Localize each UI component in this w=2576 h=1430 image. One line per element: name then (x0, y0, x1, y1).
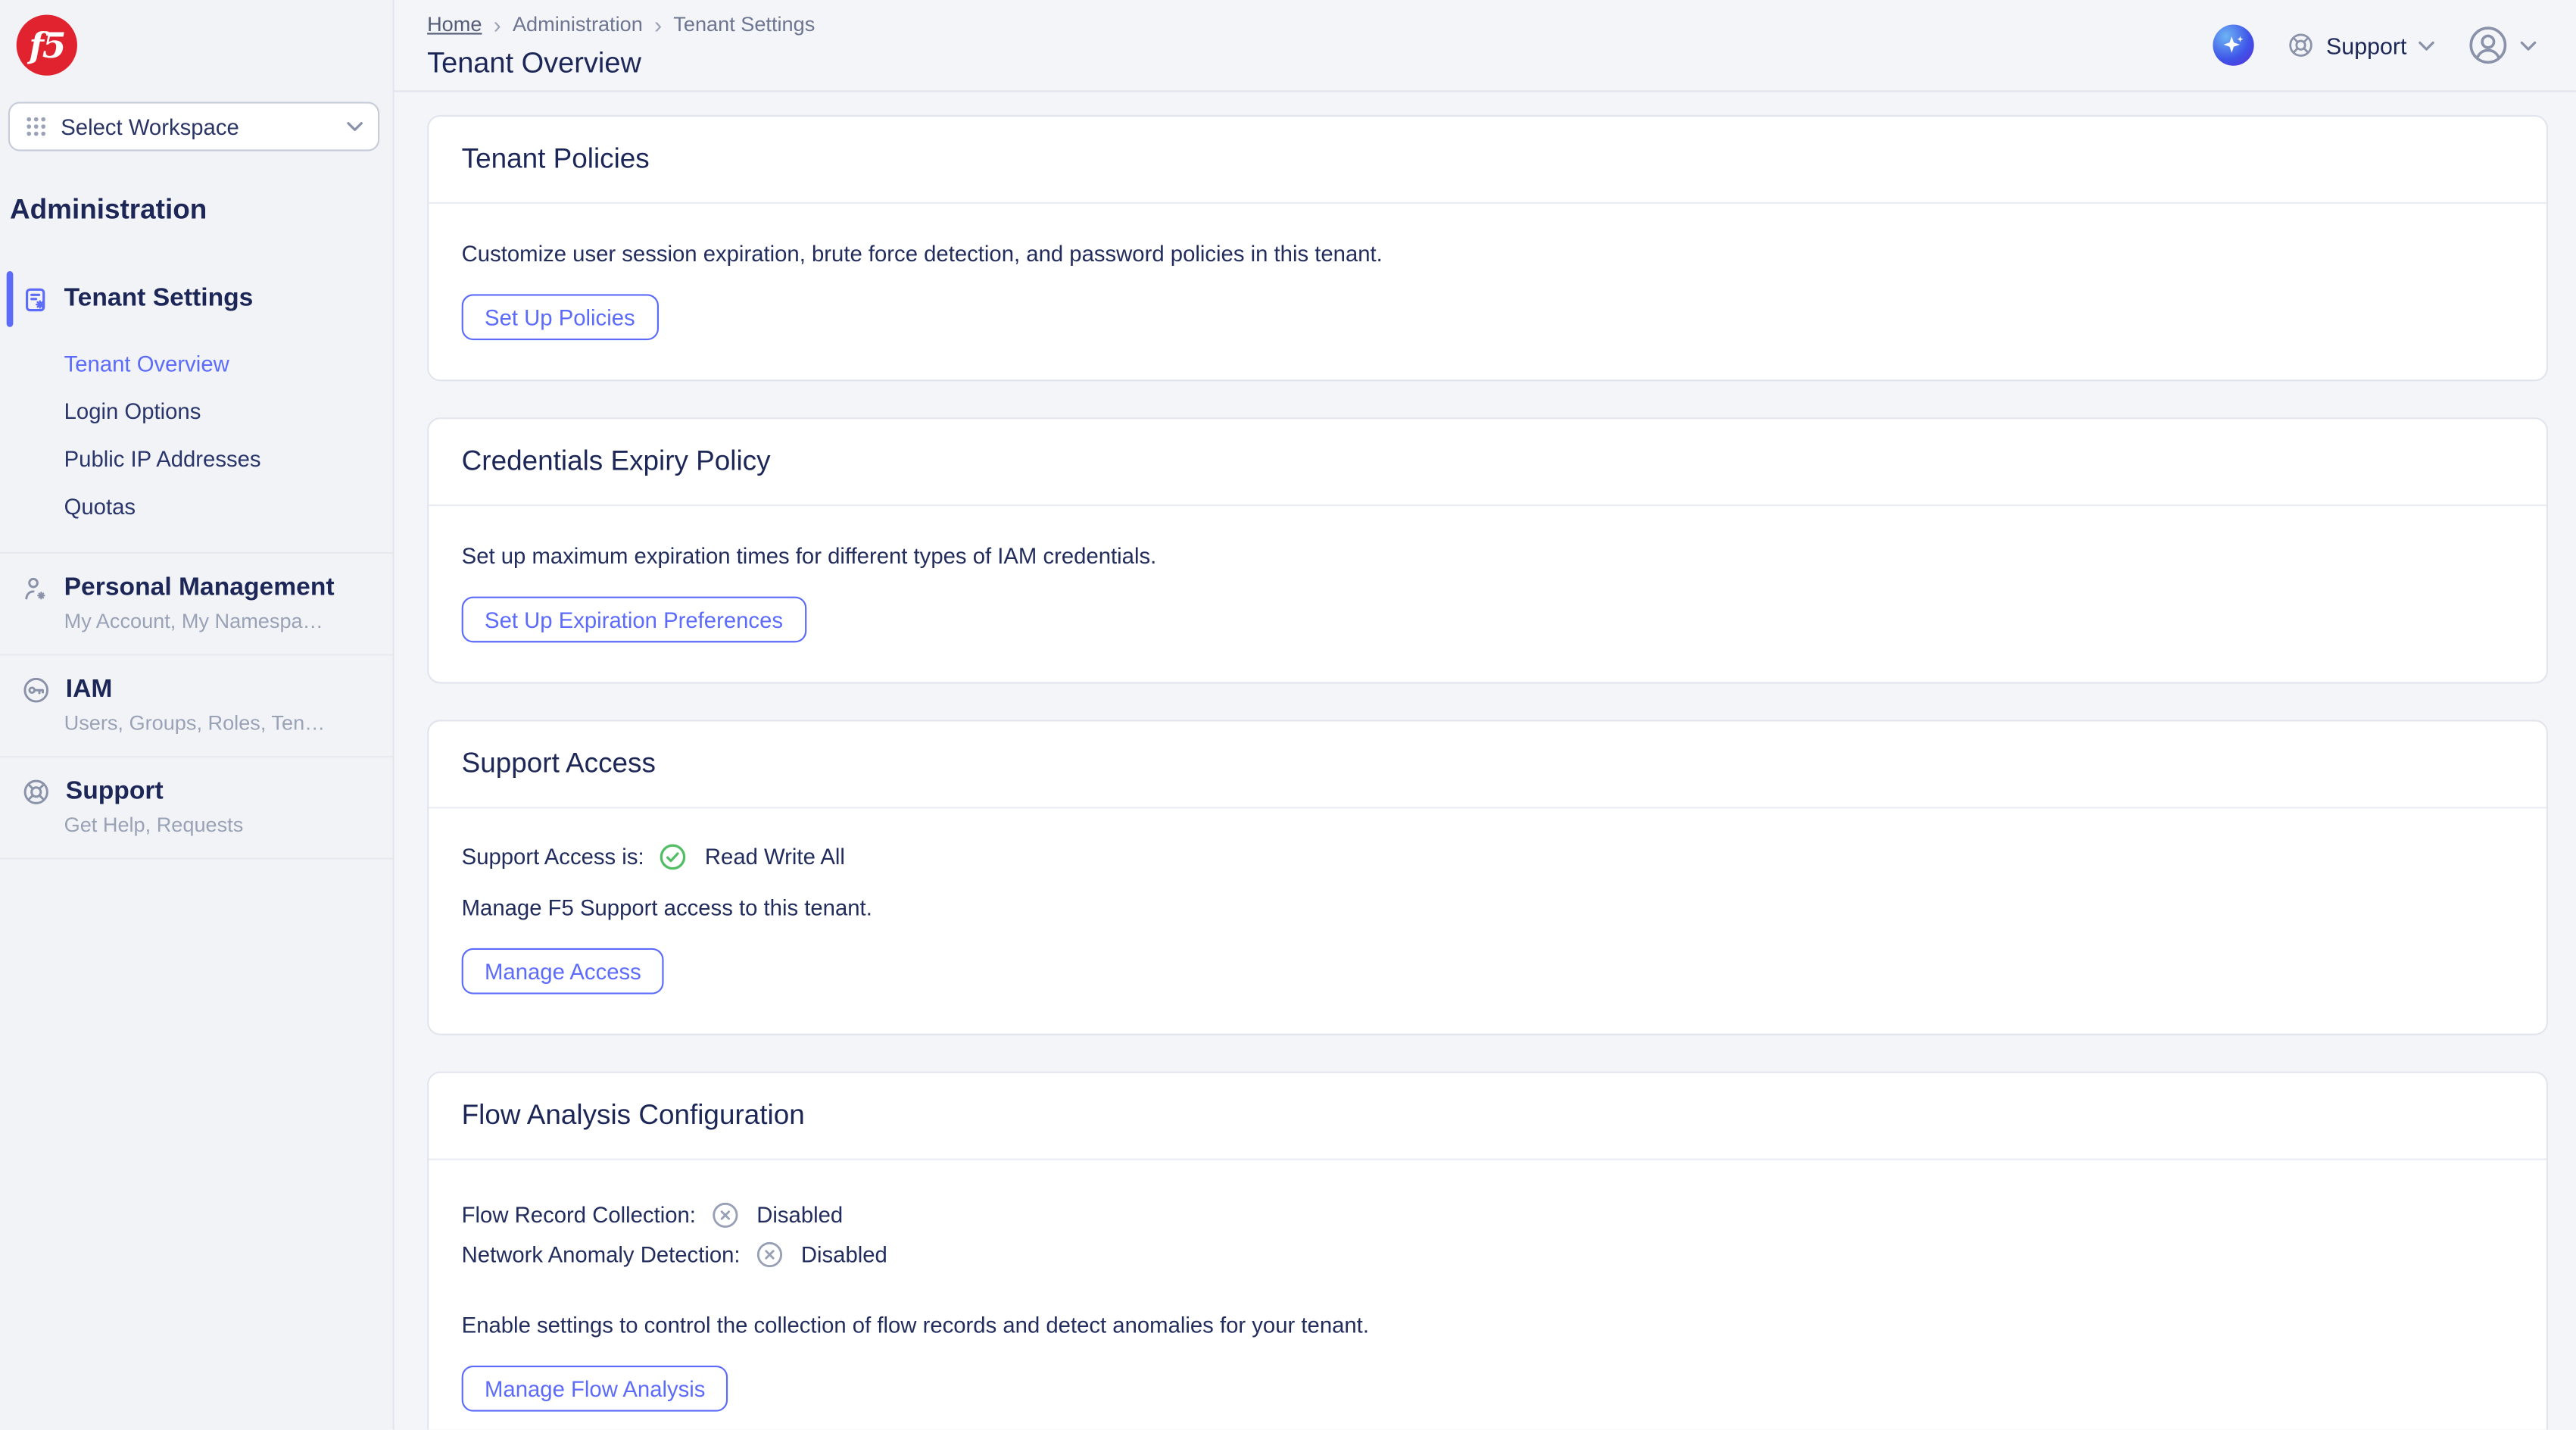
card-description: Set up maximum expiration times for diff… (462, 541, 2514, 573)
breadcrumb-tenant-settings: Tenant Settings (673, 11, 815, 38)
credentials-expiry-policy-card: Credentials Expiry Policy Set up maximum… (427, 417, 2548, 683)
status-value: Read Write All (705, 845, 845, 870)
flow-record-collection-status: Flow Record Collection: Disabled (462, 1194, 2514, 1234)
ai-assistant-button[interactable] (2213, 25, 2253, 66)
chevron-right-icon: › (494, 13, 501, 36)
card-description: Enable settings to control the collectio… (462, 1310, 2514, 1342)
x-circle-icon (710, 1201, 738, 1229)
sidebar-item-subtitle: Get Help, Requests (64, 813, 380, 836)
card-title: Support Access (462, 748, 656, 779)
app-window: f5 Select Workspace Administration (0, 0, 2576, 1430)
manage-flow-analysis-button[interactable]: Manage Flow Analysis (462, 1366, 728, 1412)
flow-analysis-configuration-card: Flow Analysis Configuration Flow Record … (427, 1072, 2548, 1430)
sidebar-item-login-options[interactable]: Login Options (0, 388, 393, 436)
status-label: Flow Record Collection: (462, 1202, 696, 1227)
f5-console-app: f5 Select Workspace Administration (0, 0, 2576, 1430)
account-menu[interactable] (2468, 25, 2537, 66)
sidebar-item-tenant-settings[interactable]: Tenant Settings (0, 271, 393, 327)
chevron-down-icon (2520, 40, 2537, 50)
sidebar-item-label: Personal Management (64, 573, 335, 603)
sidebar-item-public-ip-addresses[interactable]: Public IP Addresses (0, 436, 393, 483)
chevron-right-icon: › (654, 13, 662, 36)
main-area: Home › Administration › Tenant Settings … (395, 0, 2576, 1430)
status-value: Disabled (801, 1241, 887, 1266)
status-label: Support Access is: (462, 845, 644, 870)
check-circle-icon (659, 843, 687, 871)
manage-access-button[interactable]: Manage Access (462, 948, 665, 994)
support-menu[interactable]: Support (2287, 31, 2434, 59)
sidebar-item-support[interactable]: Support Get Help, Requests (0, 757, 393, 857)
sidebar-item-iam[interactable]: IAM Users, Groups, Roles, Ten… (0, 656, 393, 756)
sidebar-divider (0, 858, 393, 860)
page-title: Tenant Overview (427, 46, 815, 81)
sidebar-item-tenant-overview[interactable]: Tenant Overview (0, 340, 393, 388)
sidebar-item-subtitle: Users, Groups, Roles, Ten… (64, 711, 380, 734)
breadcrumb-home[interactable]: Home (427, 11, 482, 38)
select-workspace-dropdown[interactable]: Select Workspace (8, 102, 379, 151)
status-label: Network Anomaly Detection: (462, 1241, 741, 1266)
sidebar-item-label: Tenant Settings (64, 284, 254, 314)
sidebar-section-title: Administration (10, 194, 393, 226)
support-menu-label: Support (2326, 32, 2406, 58)
f5-logo: f5 (17, 15, 77, 76)
support-access-card: Support Access Support Access is: Read W… (427, 720, 2548, 1035)
card-description: Customize user session expiration, brute… (462, 239, 2514, 271)
card-title: Flow Analysis Configuration (462, 1099, 805, 1130)
tenant-settings-icon (21, 285, 49, 313)
sidebar-item-subtitle: My Account, My Namespa… (64, 610, 380, 632)
content-area: Tenant Policies Customize user session e… (395, 92, 2576, 1429)
tenant-policies-card: Tenant Policies Customize user session e… (427, 115, 2548, 381)
sidebar-item-quotas[interactable]: Quotas (0, 483, 393, 531)
card-title: Credentials Expiry Policy (462, 445, 771, 476)
card-title: Tenant Policies (462, 143, 650, 174)
lifebuoy-icon (2287, 31, 2315, 59)
key-icon (21, 676, 51, 705)
sidebar-item-label: Support (66, 777, 164, 807)
chevron-down-icon (2419, 40, 2435, 50)
grid-icon (25, 115, 48, 138)
user-gear-icon (21, 574, 49, 602)
tenant-settings-subnav: Tenant Overview Login Options Public IP … (0, 340, 393, 531)
support-access-status: Support Access is: Read Write All (462, 843, 2514, 871)
sparkle-icon (2219, 31, 2247, 59)
sidebar-item-label: IAM (66, 676, 113, 705)
x-circle-icon (755, 1240, 783, 1268)
breadcrumb: Home › Administration › Tenant Settings (427, 11, 815, 38)
card-description: Manage F5 Support access to this tenant. (462, 892, 2514, 925)
sidebar: f5 Select Workspace Administration (0, 0, 395, 1430)
status-value: Disabled (756, 1202, 843, 1227)
sidebar-item-personal-management[interactable]: Personal Management My Account, My Names… (0, 554, 393, 654)
select-workspace-label: Select Workspace (61, 114, 239, 139)
breadcrumb-administration: Administration (513, 11, 643, 38)
f5-logo-text: f5 (29, 25, 64, 66)
set-up-policies-button[interactable]: Set Up Policies (462, 294, 658, 340)
chevron-down-icon (347, 122, 363, 132)
top-bar: Home › Administration › Tenant Settings … (395, 0, 2576, 92)
active-accent-bar (7, 271, 14, 327)
set-up-expiration-preferences-button[interactable]: Set Up Expiration Preferences (462, 597, 806, 643)
network-anomaly-detection-status: Network Anomaly Detection: Disabled (462, 1234, 2514, 1273)
avatar-icon (2468, 25, 2509, 66)
lifebuoy-icon (21, 777, 51, 807)
